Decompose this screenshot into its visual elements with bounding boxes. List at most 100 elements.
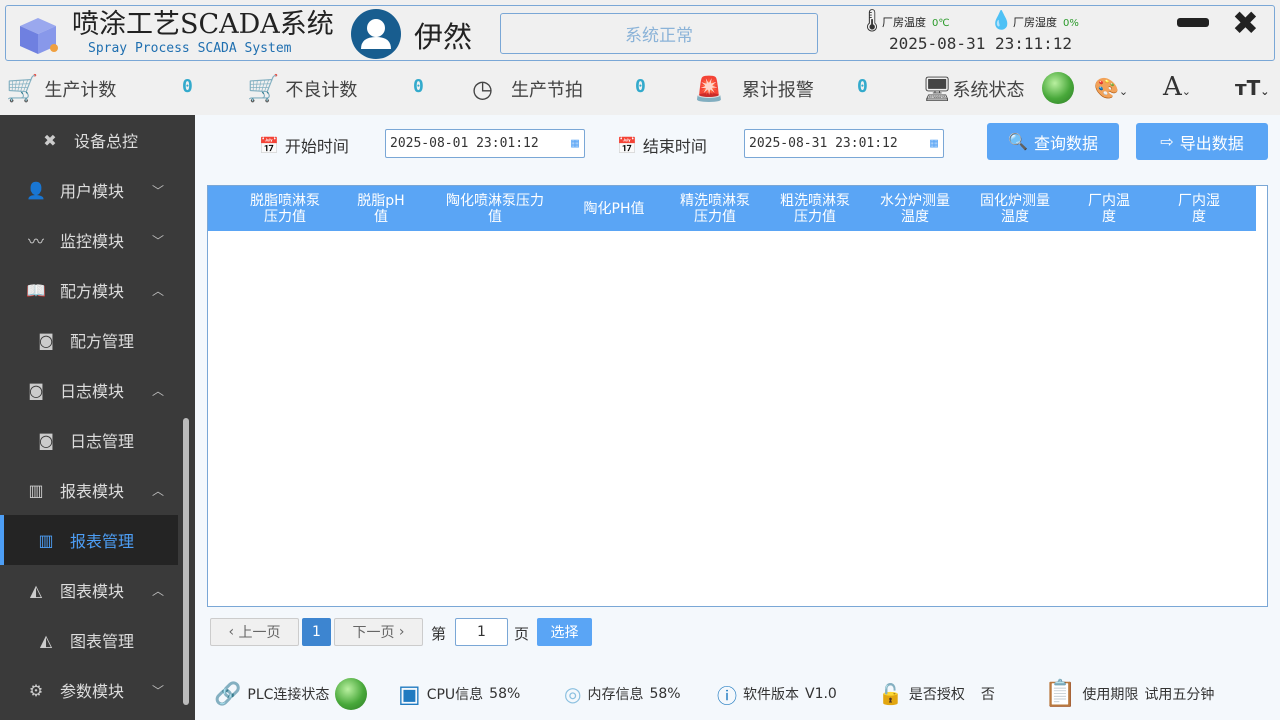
humidity-value: 0% <box>1063 18 1079 29</box>
table-header: 脱脂喷淋泵压力值 脱脂pH值 陶化喷淋泵压力值 陶化PH值 精洗喷淋泵压力值 粗… <box>208 186 1256 231</box>
clock: 2025-08-31 23:11:12 <box>889 34 1073 53</box>
sidebar-item-user-module[interactable]: 👤 用户模块 ﹀ <box>0 165 178 215</box>
bar-chart-icon: ▥ <box>38 530 54 550</box>
column-header[interactable]: 脱脂喷淋泵压力值 <box>248 186 322 231</box>
end-time-input[interactable]: 2025-08-31 23:01:12 ▦ <box>744 129 944 158</box>
sidebar-item-report-module[interactable]: ▥ 报表模块 ︿ <box>0 465 178 515</box>
calendar-icon: ▦ <box>571 136 579 151</box>
cycle-time-label: 生产节拍 <box>510 80 583 101</box>
monitor-wave-icon: 〰 <box>27 232 44 251</box>
export-button[interactable]: ⇨ 导出数据 <box>1136 123 1268 160</box>
sidebar-item-param-module[interactable]: ⚙ 参数模块 ﹀ <box>0 665 178 715</box>
column-header[interactable]: 固化炉测量温度 <box>978 186 1052 231</box>
page-prefix: 第 <box>431 625 447 643</box>
software-version: ⓘ 软件版本 V1.0 <box>717 678 837 710</box>
user-icon: 👤 <box>26 180 46 200</box>
sidebar-item-report-manage[interactable]: ▥ 报表管理 <box>0 515 178 565</box>
sidebar-item-log-manage[interactable]: ◙ 日志管理 <box>0 415 178 465</box>
sidebar-item-device-control[interactable]: ✖ 设备总控 <box>0 115 178 165</box>
sidebar-item-chart-manage[interactable]: ◭ 图表管理 <box>0 615 178 665</box>
avatar[interactable] <box>351 9 401 59</box>
link-icon: 🔗 <box>214 681 242 707</box>
system-status-led <box>1042 72 1074 104</box>
temp-value: 0℃ <box>932 18 950 29</box>
toolbar-production-count: 🛒 生产计数 <box>6 64 116 114</box>
chevron-up-icon: ︿ <box>151 483 164 498</box>
search-icon: 🔍 <box>1008 132 1028 151</box>
column-header[interactable]: 厂内湿度 <box>1172 186 1226 231</box>
sidebar-item-recipe-manage[interactable]: ◙ 配方管理 <box>0 315 178 365</box>
temp-label: 厂房温度 <box>882 16 926 29</box>
font-color-icon[interactable]: A⌄ <box>1163 72 1191 102</box>
monitor-pulse-icon: 🖥 <box>922 75 953 103</box>
sidebar-item-chart-module[interactable]: ◭ 图表模块 ︿ <box>0 565 178 615</box>
production-count-value: 0 <box>182 76 193 97</box>
sidebar-item-monitor-module[interactable]: 〰监控模块 ﹀ <box>0 215 178 265</box>
export-file-icon: ⇨ <box>1160 132 1174 151</box>
production-count-label: 生产计数 <box>44 80 117 101</box>
info-icon: ⓘ <box>717 683 737 708</box>
minimize-button[interactable] <box>1177 18 1209 27</box>
column-header[interactable]: 粗洗喷淋泵压力值 <box>778 186 852 231</box>
calendar-list-icon: 📋 <box>1044 679 1077 709</box>
book-icon: 📖 <box>26 280 46 300</box>
memory-card-icon: ◎ <box>564 682 582 706</box>
start-time-input[interactable]: 2025-08-01 23:01:12 ▦ <box>385 129 585 158</box>
query-button[interactable]: 🔍 查询数据 <box>987 123 1119 160</box>
lock-check-icon: 🔓 <box>878 682 903 706</box>
column-header[interactable]: 脱脂pH值 <box>354 186 408 231</box>
alarm-siren-icon: 🚨 <box>694 75 724 103</box>
prev-page-button[interactable]: ‹ 上一页 <box>210 618 299 646</box>
go-page-button[interactable]: 选择 <box>537 618 592 646</box>
column-header[interactable]: 水分炉测量温度 <box>878 186 952 231</box>
chevron-up-icon: ︿ <box>151 283 164 298</box>
defect-count-label: 不良计数 <box>285 80 358 101</box>
blog-icon: ◙ <box>38 430 54 450</box>
current-page[interactable]: 1 <box>302 618 331 646</box>
sidebar-scrollbar[interactable] <box>183 418 189 705</box>
blog-icon: ◙ <box>28 380 44 400</box>
memory-info: ◎ 内存信息 58% <box>564 682 681 706</box>
sidebar-item-recipe-module[interactable]: 📖 配方模块 ︿ <box>0 265 178 315</box>
plc-status-led <box>335 678 368 710</box>
area-chart-icon: ◭ <box>39 630 53 650</box>
tools-icon: ✖ <box>43 130 57 150</box>
calendar-icon: ▦ <box>930 136 938 151</box>
calendar-x-icon: 📅 <box>617 135 637 155</box>
bar-chart-icon: ▥ <box>28 480 44 500</box>
plc-status: 🔗 PLC连接状态 <box>214 678 368 710</box>
system-status-label: 系统状态 <box>952 80 1025 101</box>
system-status-box: 系统正常 <box>500 13 818 54</box>
column-header[interactable]: 陶化喷淋泵压力值 <box>444 186 546 231</box>
end-time-label: 📅 结束时间 <box>617 135 707 157</box>
chevron-down-icon: ﹀ <box>151 683 164 698</box>
app-subtitle: Spray Process SCADA System <box>88 41 292 56</box>
blog-icon: ◙ <box>38 330 54 350</box>
gear-icon: ⚙ <box>28 680 44 700</box>
chevron-down-icon: ﹀ <box>151 233 164 248</box>
column-header[interactable]: 精洗喷淋泵压力值 <box>678 186 752 231</box>
page-suffix: 页 <box>514 625 530 643</box>
toolbar-alarm-total: 🚨 累计报警 <box>694 64 814 114</box>
mine-cart-icon: 🛒 <box>247 74 280 104</box>
report-table: 脱脂喷淋泵压力值 脱脂pH值 陶化喷淋泵压力值 陶化PH值 精洗喷淋泵压力值 粗… <box>207 185 1268 607</box>
chevron-up-icon: ︿ <box>151 583 164 598</box>
next-page-button[interactable]: 下一页 › <box>334 618 423 646</box>
usage-period: 📋 使用期限 试用五分钟 <box>1044 679 1215 709</box>
humidity-drop-icon: 💧 <box>990 10 1013 31</box>
column-header[interactable]: 陶化PH值 <box>574 186 654 231</box>
alarm-total-value: 0 <box>857 76 868 97</box>
theme-palette-icon[interactable]: 🎨⌄ <box>1094 76 1128 100</box>
sidebar-item-log-module[interactable]: ◙ 日志模块 ︿ <box>0 365 178 415</box>
user-name: 伊然 <box>414 20 473 54</box>
logo-box-icon <box>20 18 58 54</box>
start-time-label: 📅 开始时间 <box>259 135 349 157</box>
font-size-icon[interactable]: ᴛT⌄ <box>1235 76 1269 100</box>
page-input[interactable]: 1 <box>455 618 508 646</box>
column-header[interactable]: 厂内温度 <box>1082 186 1136 231</box>
alarm-total-label: 累计报警 <box>741 80 814 101</box>
close-button[interactable]: ✖ <box>1232 4 1259 42</box>
sidebar: ✖ 设备总控 👤 用户模块 ﹀ 〰监控模块 ﹀ 📖 配方模块 ︿ ◙ 配方管理 ◙ 日志模块 ︿ … <box>0 115 195 720</box>
cpu-chip-icon: ▣ <box>398 680 421 708</box>
chevron-down-icon: ﹀ <box>151 183 164 198</box>
